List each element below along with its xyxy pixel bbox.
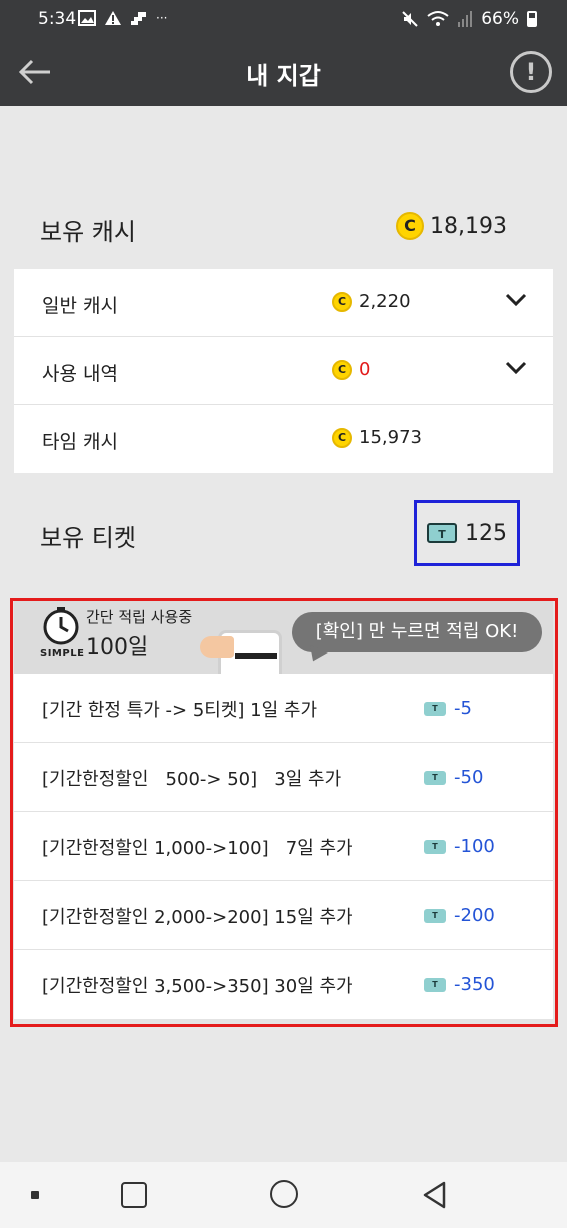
cash-heading: 보유 캐시 bbox=[40, 218, 136, 246]
coin-icon: C bbox=[332, 291, 352, 312]
offer-price-value: -100 bbox=[454, 836, 495, 857]
offer-price: T -100 bbox=[424, 836, 495, 857]
coin-icon: C bbox=[332, 359, 352, 380]
offer-price-value: -50 bbox=[454, 767, 484, 788]
ticket-icon: T bbox=[424, 701, 446, 716]
offer-label: [기간한정할인 3,500->350] 30일 추가 bbox=[42, 976, 353, 997]
signal-icon bbox=[458, 11, 473, 27]
total-cash-value: 18,193 bbox=[430, 213, 507, 239]
cash-amount: 2,220 bbox=[359, 291, 411, 312]
offer-price-value: -350 bbox=[454, 974, 495, 995]
offer-label: [기간한정할인 2,000->200] 15일 추가 bbox=[42, 907, 353, 928]
offer-price: T -350 bbox=[424, 974, 495, 995]
chevron-down-icon[interactable] bbox=[505, 293, 527, 307]
offer-row[interactable]: [기간한정할인 3,500->350] 30일 추가 T -350 bbox=[14, 950, 553, 1019]
cash-row-value: C 15,973 bbox=[332, 427, 422, 448]
offer-price-value: -5 bbox=[454, 698, 472, 719]
cash-row-label: 일반 캐시 bbox=[42, 295, 118, 317]
recent-apps-icon[interactable] bbox=[121, 1182, 147, 1208]
more-icon: ··· bbox=[156, 11, 168, 25]
nav-dot-icon[interactable] bbox=[31, 1191, 39, 1199]
ticket-count-box: T 125 bbox=[414, 500, 520, 566]
ticket-icon: T bbox=[427, 523, 457, 543]
status-bar: 5:34 ··· 66% bbox=[0, 0, 567, 38]
cash-row-time: 타임 캐시 C 15,973 bbox=[14, 405, 553, 473]
ticket-icon: T bbox=[424, 908, 446, 923]
cash-row-general[interactable]: 일반 캐시 C 2,220 bbox=[14, 269, 553, 337]
battery-percent: 66% bbox=[481, 9, 519, 29]
system-nav-bar bbox=[0, 1162, 567, 1228]
ticket-count: 125 bbox=[465, 520, 507, 546]
ticket-icon: T bbox=[424, 770, 446, 785]
cash-amount: 0 bbox=[359, 359, 371, 380]
clock-icon bbox=[43, 607, 79, 645]
offer-label: [기간 한정 특가 -> 5티켓] 1일 추가 bbox=[42, 700, 318, 721]
chevron-down-icon[interactable] bbox=[505, 361, 527, 375]
status-system-icons: 66% bbox=[401, 9, 537, 29]
cash-row-history[interactable]: 사용 내역 C 0 bbox=[14, 337, 553, 405]
offer-price: T -200 bbox=[424, 905, 495, 926]
info-icon[interactable]: ! bbox=[510, 51, 552, 93]
offer-label: [기간한정할인 1,000->100] 7일 추가 bbox=[42, 838, 353, 859]
app-icon bbox=[131, 12, 146, 25]
offer-price: T -50 bbox=[424, 767, 483, 788]
cash-row-value: C 0 bbox=[332, 359, 370, 380]
offer-row[interactable]: [기간한정할인 1,000->100] 7일 추가 T -100 bbox=[14, 812, 553, 881]
offer-row[interactable]: [기간한정할인 2,000->200] 15일 추가 T -200 bbox=[14, 881, 553, 950]
status-notification-icons: ··· bbox=[78, 10, 167, 26]
simple-label: SIMPLE bbox=[40, 648, 85, 659]
ticket-icon: T bbox=[424, 839, 446, 854]
offer-label: [기간한정할인 500-> 50] 3일 추가 bbox=[42, 769, 342, 790]
gallery-icon bbox=[78, 10, 96, 26]
ticket-heading: 보유 티켓 bbox=[40, 524, 136, 552]
cash-row-label: 타임 캐시 bbox=[42, 431, 118, 453]
coin-icon: C bbox=[396, 212, 425, 240]
offer-price: T -5 bbox=[424, 698, 472, 719]
cash-list: 일반 캐시 C 2,220 사용 내역 C 0 타임 캐시 C 15,973 bbox=[14, 269, 553, 473]
app-bar: 내 지갑 ! bbox=[0, 38, 567, 106]
offer-row[interactable]: [기간 한정 특가 -> 5티켓] 1일 추가 T -5 bbox=[14, 674, 553, 743]
simple-days: 100일 bbox=[86, 635, 149, 660]
battery-icon bbox=[527, 11, 537, 27]
offer-list: [기간 한정 특가 -> 5티켓] 1일 추가 T -5 [기간한정할인 500… bbox=[14, 674, 553, 1019]
offer-row[interactable]: [기간한정할인 500-> 50] 3일 추가 T -50 bbox=[14, 743, 553, 812]
total-cash: C 18,193 bbox=[396, 212, 507, 240]
cash-amount: 15,973 bbox=[359, 427, 422, 448]
ticket-icon: T bbox=[424, 977, 446, 992]
wifi-icon bbox=[427, 11, 449, 26]
home-icon[interactable] bbox=[270, 1180, 298, 1208]
cash-row-label: 사용 내역 bbox=[42, 363, 118, 385]
page-title: 내 지갑 bbox=[246, 62, 321, 90]
hand-icon bbox=[200, 636, 234, 658]
simple-earn-banner[interactable]: SIMPLE 간단 적립 사용중 100일 [확인] 만 누르면 적립 OK! bbox=[14, 601, 553, 674]
promo-speech-bubble: [확인] 만 누르면 적립 OK! bbox=[292, 612, 542, 652]
warning-icon bbox=[105, 11, 121, 25]
status-time: 5:34 bbox=[38, 9, 77, 29]
offer-price-value: -200 bbox=[454, 905, 495, 926]
cash-row-value: C 2,220 bbox=[332, 291, 411, 312]
back-triangle-icon[interactable] bbox=[420, 1180, 450, 1210]
coin-icon: C bbox=[332, 427, 352, 448]
simple-status: 간단 적립 사용중 bbox=[86, 608, 193, 626]
mute-icon bbox=[402, 11, 418, 27]
